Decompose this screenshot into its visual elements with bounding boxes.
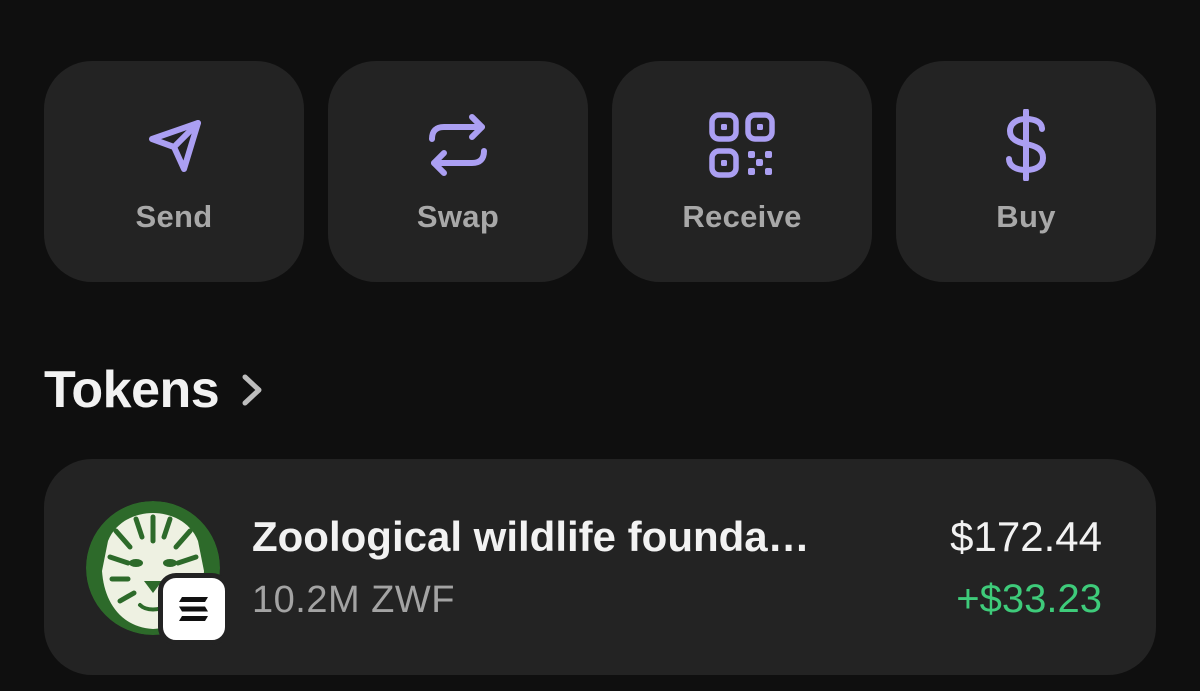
tokens-section-header[interactable]: Tokens	[44, 352, 265, 428]
swap-icon	[422, 109, 494, 181]
buy-label: Buy	[996, 199, 1056, 234]
send-label: Send	[135, 199, 213, 234]
token-row[interactable]: Zoological wildlife founda… 10.2M ZWF $1…	[44, 459, 1156, 675]
token-amount: 10.2M ZWF	[252, 579, 455, 621]
send-icon	[138, 109, 210, 181]
swap-button[interactable]: Swap	[328, 61, 588, 282]
dollar-icon	[990, 109, 1062, 181]
buy-button[interactable]: Buy	[896, 61, 1156, 282]
solana-icon	[158, 573, 230, 645]
quick-actions: Send Swap Receive Buy	[44, 61, 1156, 282]
swap-label: Swap	[416, 199, 500, 234]
token-value: $172.44	[950, 513, 1102, 560]
receive-label: Receive	[682, 199, 802, 234]
chevron-right-icon	[242, 374, 262, 406]
token-name: Zoological wildlife founda…	[252, 513, 810, 560]
send-button[interactable]: Send	[44, 61, 304, 282]
qr-code-icon	[706, 109, 778, 181]
token-change: +$33.23	[956, 577, 1102, 621]
receive-button[interactable]: Receive	[612, 61, 872, 282]
section-title: Tokens	[44, 361, 220, 419]
